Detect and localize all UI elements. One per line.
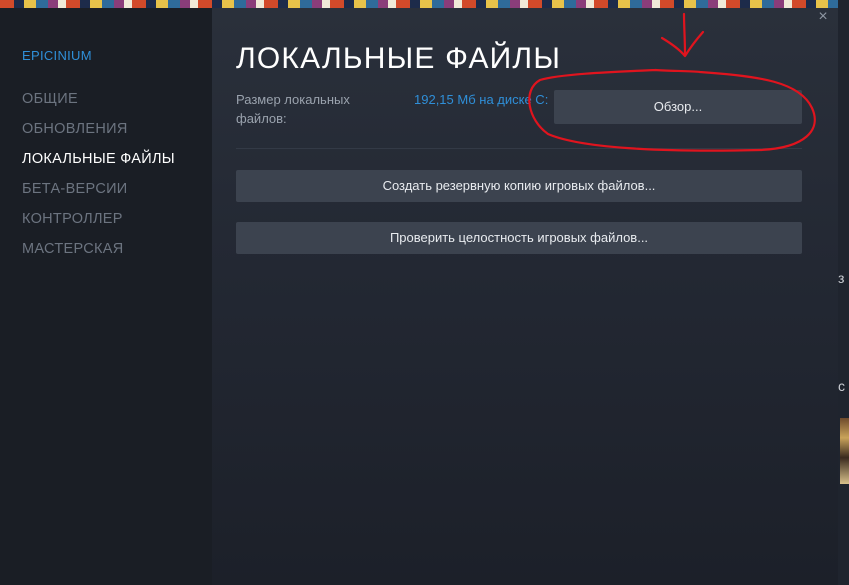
backup-files-button[interactable]: Создать резервную копию игровых файлов..…: [236, 170, 802, 202]
browse-button[interactable]: Обзор...: [554, 90, 802, 124]
sidebar: EPICINIUM ОБЩИЕ ОБНОВЛЕНИЯ ЛОКАЛЬНЫЕ ФАЙ…: [0, 8, 212, 585]
sidebar-item-betas[interactable]: БЕТА-ВЕРСИИ: [22, 174, 175, 204]
sidebar-item-local-files[interactable]: ЛОКАЛЬНЫЕ ФАЙЛЫ: [22, 144, 175, 174]
sidebar-item-updates[interactable]: ОБНОВЛЕНИЯ: [22, 114, 175, 144]
main-content: × ЛОКАЛЬНЫЕ ФАЙЛЫ Размер локальных файло…: [212, 8, 838, 585]
properties-dialog: EPICINIUM ОБЩИЕ ОБНОВЛЕНИЯ ЛОКАЛЬНЫЕ ФАЙ…: [0, 8, 838, 585]
close-icon: ×: [818, 8, 828, 25]
background-image-fragment: [840, 418, 849, 484]
sidebar-item-workshop[interactable]: МАСТЕРСКАЯ: [22, 234, 175, 264]
page-title: ЛОКАЛЬНЫЕ ФАЙЛЫ: [236, 42, 562, 75]
sidebar-item-general[interactable]: ОБЩИЕ: [22, 84, 175, 114]
close-button[interactable]: ×: [814, 8, 832, 26]
background-app-edge: з с: [838, 0, 849, 585]
local-size-value: 192,15 Мб на диске C:: [414, 92, 549, 107]
background-text-fragment: з: [838, 270, 845, 286]
verify-integrity-button[interactable]: Проверить целостность игровых файлов...: [236, 222, 802, 254]
game-title: EPICINIUM: [22, 48, 92, 63]
sidebar-nav: ОБЩИЕ ОБНОВЛЕНИЯ ЛОКАЛЬНЫЕ ФАЙЛЫ БЕТА-ВЕ…: [22, 84, 175, 264]
local-size-label: Размер локальных файлов:: [236, 92, 350, 126]
divider: [236, 148, 802, 149]
sidebar-item-controller[interactable]: КОНТРОЛЛЕР: [22, 204, 175, 234]
background-text-fragment: с: [838, 378, 845, 394]
